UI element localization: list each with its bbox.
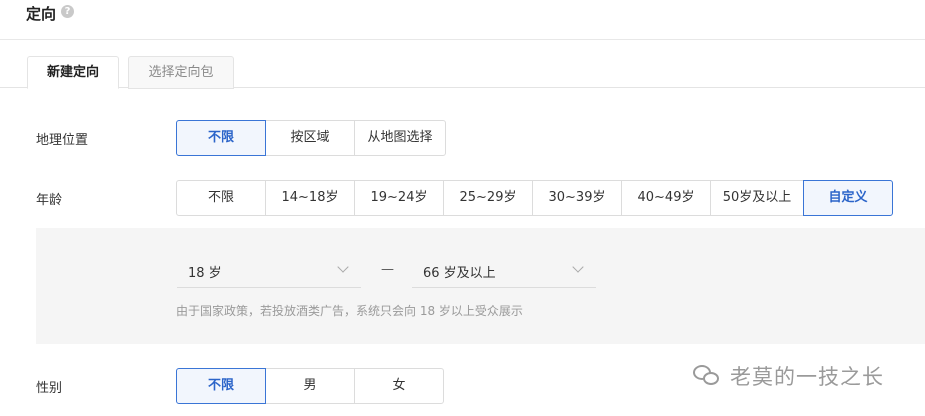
gender-option-unlimited[interactable]: 不限 <box>176 368 266 404</box>
gender-option-male[interactable]: 男 <box>265 368 355 404</box>
age-option-50-plus[interactable]: 50岁及以上 <box>710 180 804 216</box>
age-range-separator: — <box>381 262 394 277</box>
chevron-down-icon <box>572 261 584 273</box>
question-circle-icon[interactable]: ? <box>61 5 74 18</box>
page-header: 定向 ? <box>0 0 925 40</box>
tab-bar: 新建定向 选择定向包 <box>0 56 925 89</box>
watermark: 老莫的一技之长 <box>690 358 884 394</box>
age-to-value: 66 岁及以上 <box>423 266 496 281</box>
alcohol-policy-notice: 由于国家政策，若投放酒类广告，系统只会向 18 岁以上受众展示 <box>176 304 523 318</box>
geo-label: 地理位置 <box>36 133 89 148</box>
gender-label: 性别 <box>36 381 63 396</box>
age-options: 不限 14~18岁 19~24岁 25~29岁 30~39岁 40~49岁 50… <box>176 180 893 216</box>
tab-new-targeting[interactable]: 新建定向 <box>27 56 119 89</box>
age-label: 年龄 <box>36 193 63 208</box>
age-option-30-39[interactable]: 30~39岁 <box>532 180 622 216</box>
chevron-down-icon <box>337 261 349 273</box>
age-option-14-18[interactable]: 14~18岁 <box>265 180 355 216</box>
page-title: 定向 <box>26 5 57 23</box>
age-from-select[interactable]: 18 岁 <box>177 254 361 288</box>
geo-option-by-region[interactable]: 按区域 <box>265 120 355 156</box>
age-option-25-29[interactable]: 25~29岁 <box>443 180 533 216</box>
age-option-19-24[interactable]: 19~24岁 <box>354 180 444 216</box>
geo-option-unlimited[interactable]: 不限 <box>176 120 266 156</box>
geo-options: 不限 按区域 从地图选择 <box>176 120 446 156</box>
gender-option-female[interactable]: 女 <box>354 368 444 404</box>
geo-option-map-select[interactable]: 从地图选择 <box>354 120 446 156</box>
age-option-40-49[interactable]: 40~49岁 <box>621 180 711 216</box>
wechat-icon <box>690 361 722 391</box>
gender-options: 不限 男 女 <box>176 368 444 404</box>
age-to-select[interactable]: 66 岁及以上 <box>412 254 596 288</box>
age-option-unlimited[interactable]: 不限 <box>176 180 266 216</box>
watermark-text: 老莫的一技之长 <box>730 365 884 389</box>
tab-select-targeting-package[interactable]: 选择定向包 <box>128 56 234 89</box>
age-option-custom[interactable]: 自定义 <box>803 180 893 216</box>
age-from-value: 18 岁 <box>188 266 222 281</box>
